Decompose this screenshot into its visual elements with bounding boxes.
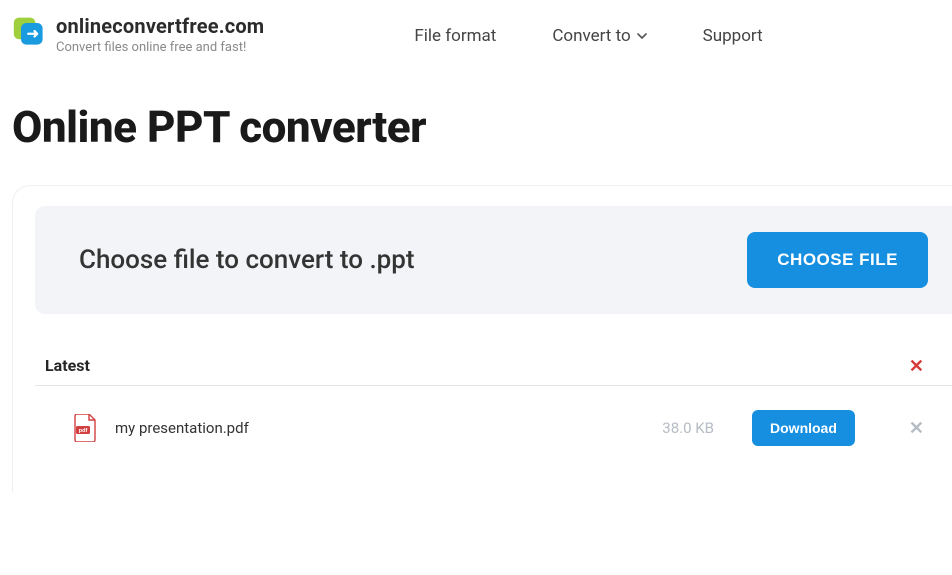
file-name: my presentation.pdf	[115, 419, 644, 437]
chevron-down-icon	[637, 31, 647, 41]
logo-icon	[12, 14, 48, 50]
nav-label: File format	[414, 26, 496, 46]
choose-file-label: Choose file to convert to .ppt	[79, 245, 415, 275]
logo-block[interactable]: onlineconvertfree.com Convert files onli…	[12, 14, 264, 55]
svg-text:pdf: pdf	[79, 428, 88, 434]
nav-convert-to[interactable]: Convert to	[552, 26, 646, 46]
download-button[interactable]: Download	[752, 410, 855, 446]
remove-file-button[interactable]: ✕	[909, 419, 924, 437]
converter-panel: Choose file to convert to .ppt CHOOSE FI…	[12, 185, 952, 492]
latest-heading: Latest	[45, 356, 90, 375]
close-latest-button[interactable]: ✕	[909, 357, 924, 375]
file-size: 38.0 KB	[662, 419, 714, 437]
nav-label: Convert to	[552, 26, 630, 46]
pdf-file-icon: pdf	[73, 414, 97, 442]
nav-label: Support	[703, 26, 763, 46]
nav-support[interactable]: Support	[703, 26, 763, 46]
site-name: onlineconvertfree.com	[56, 14, 264, 38]
site-tagline: Convert files online free and fast!	[56, 40, 264, 55]
choose-file-bar: Choose file to convert to .ppt CHOOSE FI…	[35, 206, 952, 314]
main-nav: File format Convert to Support	[414, 26, 762, 46]
site-header: onlineconvertfree.com Convert files onli…	[0, 0, 952, 65]
choose-file-button[interactable]: CHOOSE FILE	[747, 232, 928, 288]
latest-header: Latest ✕	[35, 356, 952, 385]
nav-file-format[interactable]: File format	[414, 26, 496, 46]
file-row: pdf my presentation.pdf 38.0 KB Download…	[35, 386, 952, 464]
close-icon: ✕	[909, 356, 924, 376]
close-icon: ✕	[909, 418, 924, 438]
page-title: Online PPT converter	[0, 65, 952, 177]
